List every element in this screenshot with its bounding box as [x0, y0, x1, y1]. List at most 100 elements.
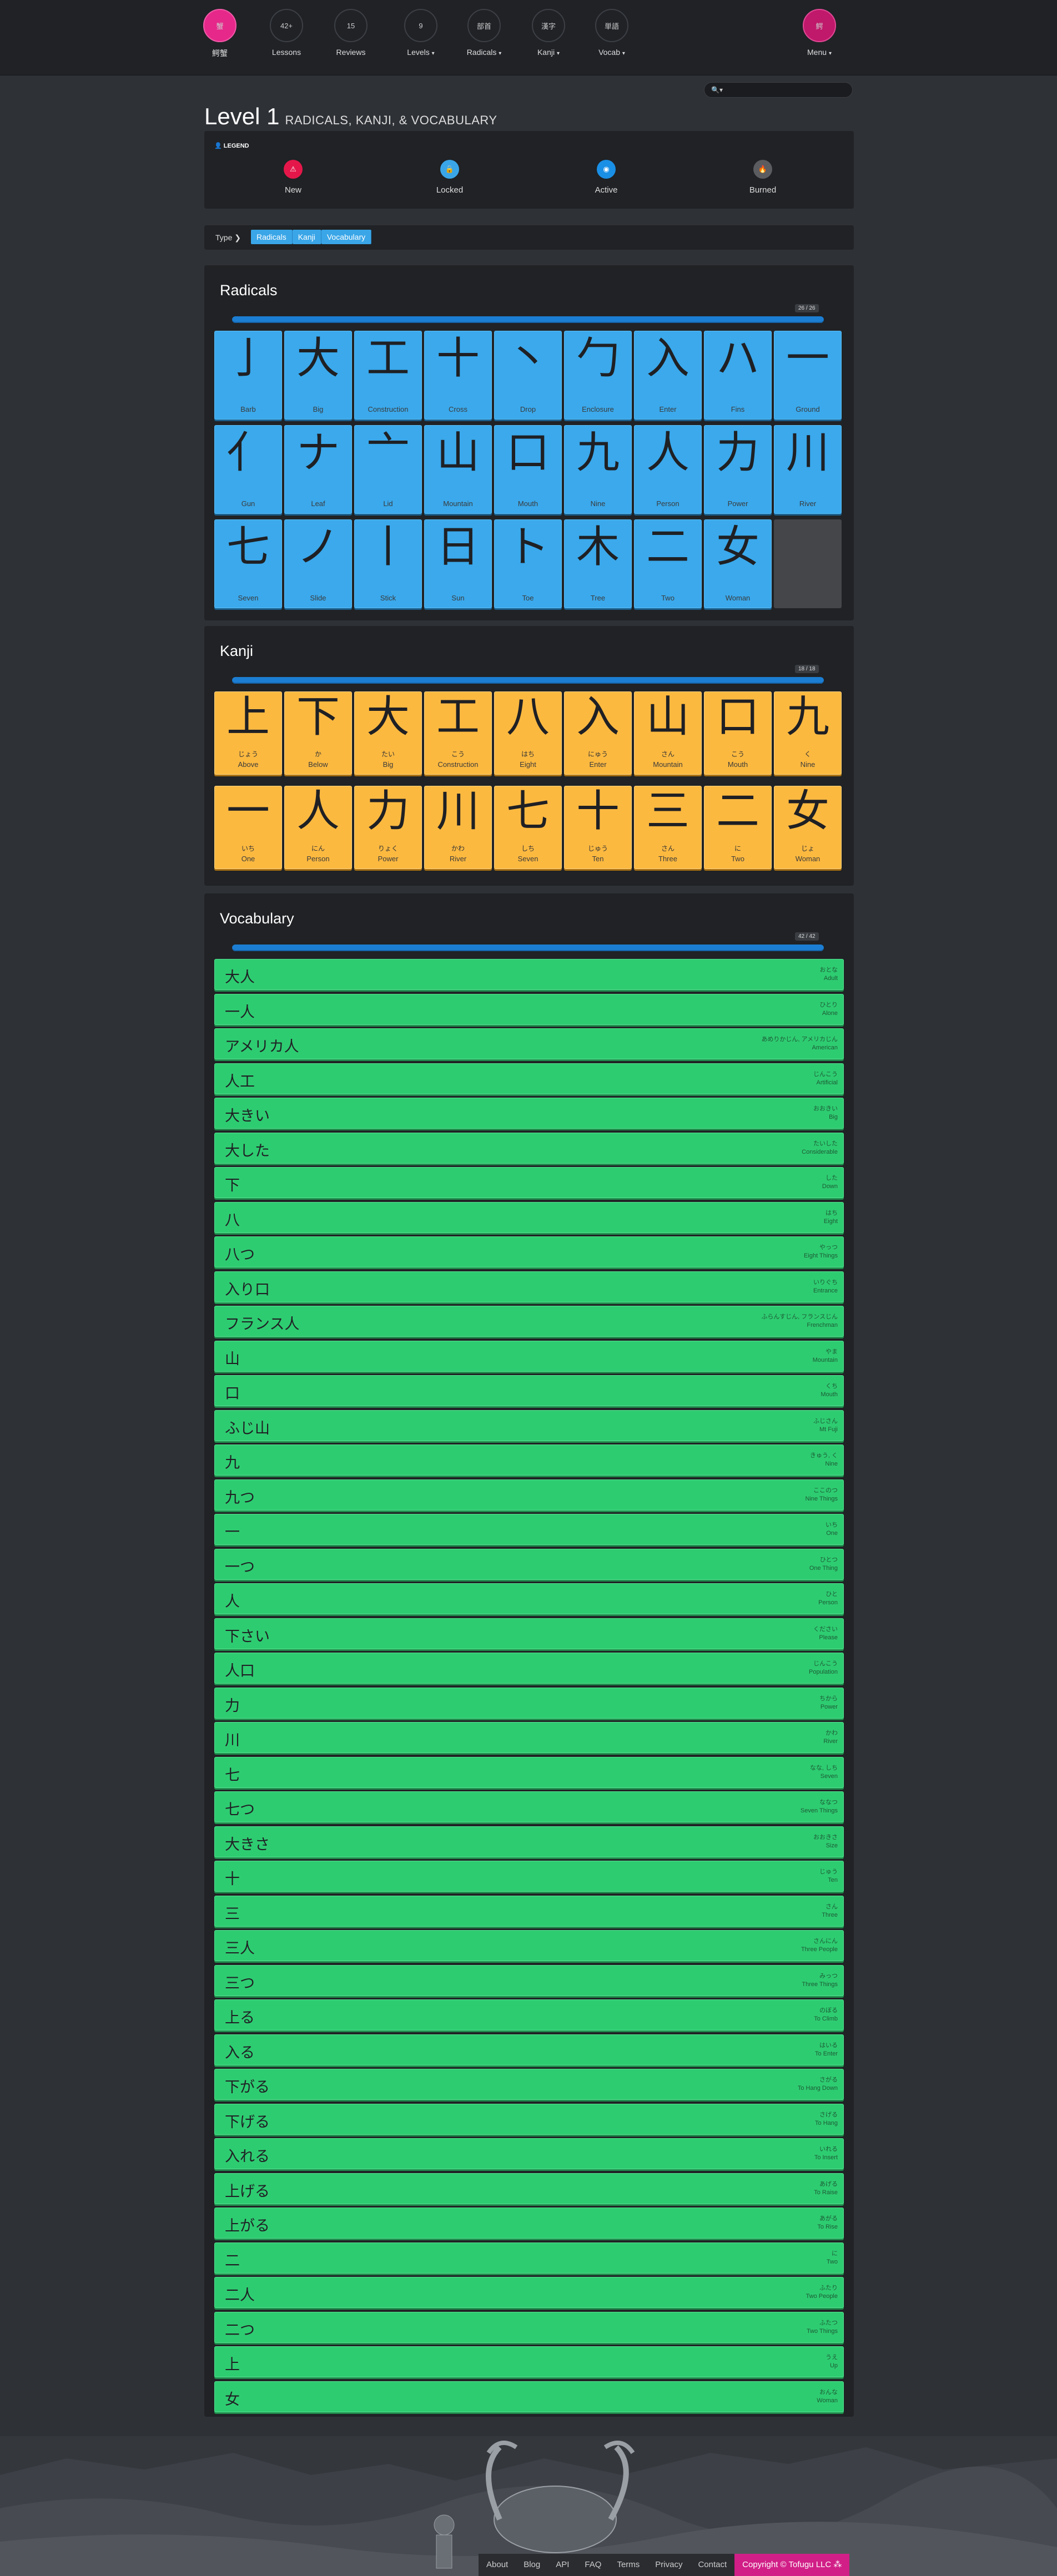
kanji-tile[interactable]: 人にん Person: [284, 786, 352, 869]
vocab-row[interactable]: 二人 ふたり Two People: [214, 2277, 844, 2308]
vocab-row[interactable]: 上る のぼる To Climb: [214, 1999, 844, 2031]
radical-tile[interactable]: 亠 Lid: [354, 425, 422, 514]
vocab-row[interactable]: 九 きゅう, く Nine: [214, 1444, 844, 1476]
radical-tile[interactable]: 工 Construction: [354, 331, 422, 420]
footer-link-blog[interactable]: Blog: [516, 2554, 548, 2576]
vocab-row[interactable]: 三つ みっつ Three Things: [214, 1964, 844, 1996]
vocab-row[interactable]: 大きい おおきい Big: [214, 1098, 844, 1129]
vocab-row[interactable]: 山 やま Mountain: [214, 1340, 844, 1372]
radical-tile[interactable]: 大 Big: [284, 331, 352, 420]
vocab-row[interactable]: フランス人 ふらんすじん, フランスじん Frenchman: [214, 1306, 844, 1337]
kanji-tile[interactable]: 入にゅう Enter: [564, 691, 632, 775]
nav-item-radicals[interactable]: 部首 Radicals ▾: [451, 9, 517, 57]
radical-tile[interactable]: 力 Power: [704, 425, 772, 514]
vocab-row[interactable]: 大きさ おおきさ Size: [214, 1826, 844, 1857]
radical-tile[interactable]: 女 Woman: [704, 519, 772, 608]
vocab-row[interactable]: 七つ ななつ Seven Things: [214, 1791, 844, 1822]
radical-tile[interactable]: 十 Cross: [424, 331, 492, 420]
radical-tile[interactable]: ⺅ Gun: [214, 425, 282, 514]
type-button-vocabulary[interactable]: Vocabulary: [321, 230, 372, 244]
radical-tile[interactable]: ナ Leaf: [284, 425, 352, 514]
radical-tile[interactable]: 日 Sun: [424, 519, 492, 608]
radical-tile[interactable]: 勹 Enclosure: [564, 331, 632, 420]
vocab-row[interactable]: 二 に Two: [214, 2242, 844, 2274]
kanji-tile[interactable]: 口こう Mouth: [704, 691, 772, 775]
logo-link[interactable]: 蟹 鰐蟹: [187, 9, 253, 59]
kanji-tile[interactable]: 九く Nine: [774, 691, 842, 775]
vocab-row[interactable]: 上げる あげる To Raise: [214, 2173, 844, 2204]
kanji-tile[interactable]: 力りょく Power: [354, 786, 422, 869]
vocab-row[interactable]: 上 うえ Up: [214, 2346, 844, 2377]
nav-item-vocab[interactable]: 単語 Vocab ▾: [578, 9, 645, 57]
vocab-row[interactable]: 入る はいる To Enter: [214, 2034, 844, 2065]
radical-tile[interactable]: 七 Seven: [214, 519, 282, 608]
vocab-row[interactable]: 八 はち Eight: [214, 1201, 844, 1233]
radical-tile[interactable]: ノ Slide: [284, 519, 352, 608]
kanji-tile[interactable]: 一いち One: [214, 786, 282, 869]
menu-button[interactable]: 鰐 Menu ▾: [786, 9, 853, 57]
radical-tile[interactable]: 二 Two: [634, 519, 702, 608]
nav-item-levels[interactable]: 9 Levels ▾: [387, 9, 454, 57]
kanji-tile[interactable]: 下か Below: [284, 691, 352, 775]
nav-item-kanji[interactable]: 漢字 Kanji ▾: [515, 9, 582, 57]
kanji-tile[interactable]: 工こう Construction: [424, 691, 492, 775]
footer-link-faq[interactable]: FAQ: [577, 2554, 609, 2576]
radical-tile[interactable]: 山 Mountain: [424, 425, 492, 514]
radical-tile[interactable]: 九 Nine: [564, 425, 632, 514]
vocab-row[interactable]: 入れる いれる To Insert: [214, 2138, 844, 2169]
footer-link-terms[interactable]: Terms: [609, 2554, 647, 2576]
vocab-row[interactable]: 八つ やっつ Eight Things: [214, 1236, 844, 1267]
vocab-row[interactable]: 大した たいした Considerable: [214, 1132, 844, 1164]
vocab-row[interactable]: 上がる あがる To Rise: [214, 2208, 844, 2239]
vocab-row[interactable]: 口 くち Mouth: [214, 1375, 844, 1406]
radical-tile[interactable]: 亅 Barb: [214, 331, 282, 420]
radical-tile[interactable]: 一 Ground: [774, 331, 842, 420]
vocab-row[interactable]: 一 いち One: [214, 1514, 844, 1545]
vocab-row[interactable]: 三 さん Three: [214, 1895, 844, 1927]
vocab-row[interactable]: 一人 ひとり Alone: [214, 993, 844, 1025]
vocab-row[interactable]: 入り口 いりぐち Entrance: [214, 1271, 844, 1302]
vocab-row[interactable]: 二つ ふたつ Two Things: [214, 2311, 844, 2343]
kanji-tile[interactable]: 二に Two: [704, 786, 772, 869]
radical-tile[interactable]: 丨 Stick: [354, 519, 422, 608]
vocab-row[interactable]: 一つ ひとつ One Thing: [214, 1548, 844, 1580]
kanji-tile[interactable]: 大たい Big: [354, 691, 422, 775]
footer-link-about[interactable]: About: [479, 2554, 516, 2576]
vocab-row[interactable]: ふじ山 ふじさん Mt Fuji: [214, 1410, 844, 1441]
vocab-row[interactable]: 下げる さげる To Hang: [214, 2103, 844, 2135]
radical-tile[interactable]: ト Toe: [494, 519, 562, 608]
footer-link-privacy[interactable]: Privacy: [647, 2554, 690, 2576]
vocab-row[interactable]: 大人 おとな Adult: [214, 959, 844, 990]
radical-tile[interactable]: 入 Enter: [634, 331, 702, 420]
kanji-tile[interactable]: 三さん Three: [634, 786, 702, 869]
vocab-row[interactable]: アメリカ人 あめりかじん, アメリカじん American: [214, 1028, 844, 1059]
vocab-row[interactable]: 下 した Down: [214, 1167, 844, 1198]
vocab-row[interactable]: 下がる さがる To Hang Down: [214, 2069, 844, 2100]
radical-tile[interactable]: 口 Mouth: [494, 425, 562, 514]
nav-item-reviews[interactable]: 15 Reviews: [318, 9, 384, 57]
type-button-radicals[interactable]: Radicals: [251, 230, 293, 244]
kanji-tile[interactable]: 八はち Eight: [494, 691, 562, 775]
radical-tile[interactable]: 丶 Drop: [494, 331, 562, 420]
vocab-row[interactable]: 女 おんな Woman: [214, 2381, 844, 2412]
vocab-row[interactable]: 力 ちから Power: [214, 1687, 844, 1719]
vocab-row[interactable]: 十 じゅう Ten: [214, 1861, 844, 1892]
vocab-row[interactable]: 人 ひと Person: [214, 1583, 844, 1614]
vocab-row[interactable]: 九つ ここのつ Nine Things: [214, 1479, 844, 1511]
vocab-row[interactable]: 三人 さんにん Three People: [214, 1930, 844, 1961]
radical-tile[interactable]: 人 Person: [634, 425, 702, 514]
kanji-tile[interactable]: 山さん Mountain: [634, 691, 702, 775]
kanji-tile[interactable]: 七しち Seven: [494, 786, 562, 869]
vocab-row[interactable]: 人工 じんこう Artificial: [214, 1063, 844, 1094]
vocab-row[interactable]: 川 かわ River: [214, 1722, 844, 1753]
kanji-tile[interactable]: 女じょ Woman: [774, 786, 842, 869]
footer-link-contact[interactable]: Contact: [690, 2554, 734, 2576]
search-input[interactable]: 🔍▾: [704, 82, 853, 98]
kanji-tile[interactable]: 十じゅう Ten: [564, 786, 632, 869]
vocab-row[interactable]: 人口 じんこう Population: [214, 1653, 844, 1684]
radical-tile[interactable]: ハ Fins: [704, 331, 772, 420]
radical-tile[interactable]: 川 River: [774, 425, 842, 514]
kanji-tile[interactable]: 川かわ River: [424, 786, 492, 869]
radical-tile[interactable]: 木 Tree: [564, 519, 632, 608]
vocab-row[interactable]: 七 なな, しち Seven: [214, 1756, 844, 1788]
